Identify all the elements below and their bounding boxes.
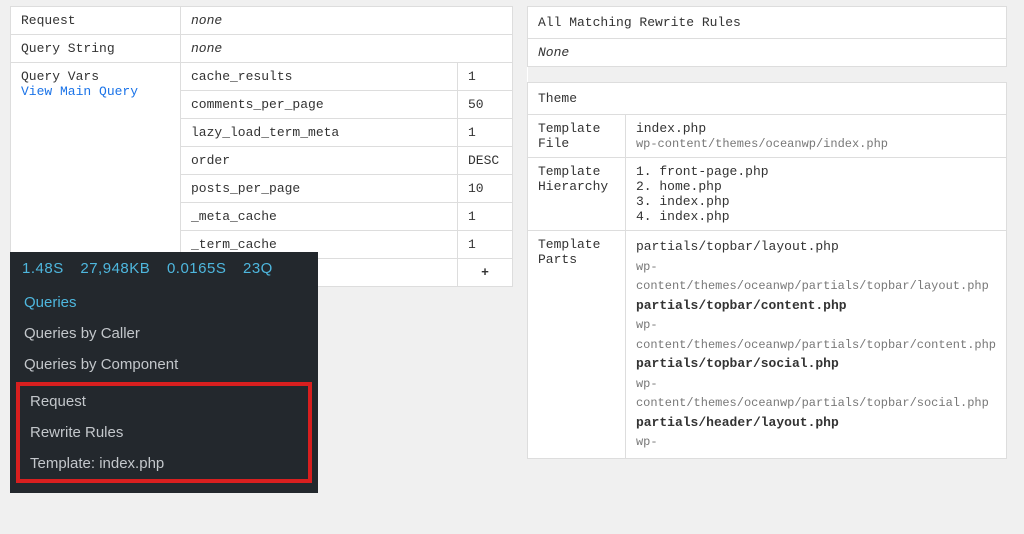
rewrite-table: All Matching Rewrite Rules None Theme Te…: [527, 6, 1007, 459]
qv-key-1: comments_per_page: [181, 91, 458, 119]
stat-time: 1.48S: [22, 260, 64, 277]
menu-queries-by-caller[interactable]: Queries by Caller: [10, 318, 318, 349]
rewrite-value: None: [528, 39, 1007, 67]
qv-key-3: order: [181, 147, 458, 175]
qv-val-2: 1: [458, 119, 513, 147]
qm-admin-bar: 1.48S 27,948KB 0.0165S 23Q Queries Queri…: [10, 252, 318, 493]
qv-val-1: 50: [458, 91, 513, 119]
template-parts-label: TemplateParts: [528, 231, 626, 459]
qv-key-0: cache_results: [181, 63, 458, 91]
template-parts-value: partials/topbar/layout.php wp-content/th…: [625, 231, 1006, 459]
stat-memory: 27,948KB: [80, 260, 150, 277]
menu-template[interactable]: Template: index.php: [20, 448, 308, 479]
template-file-label: TemplateFile: [528, 115, 626, 158]
qv-val-0: 1: [458, 63, 513, 91]
qv-val-6: 1: [458, 231, 513, 259]
highlighted-menu-group: Request Rewrite Rules Template: index.ph…: [16, 382, 312, 483]
qm-stats: 1.48S 27,948KB 0.0165S 23Q: [10, 252, 318, 287]
stat-queries: 23Q: [243, 260, 273, 277]
expand-button[interactable]: +: [458, 259, 513, 287]
rewrite-title: All Matching Rewrite Rules: [528, 7, 1007, 39]
row-request-value: none: [181, 7, 513, 35]
row-querystring-label: Query String: [11, 35, 181, 63]
stat-dbtime: 0.0165S: [167, 260, 226, 277]
view-main-query-link[interactable]: View Main Query: [21, 84, 138, 99]
qv-key-5: _meta_cache: [181, 203, 458, 231]
menu-queries-by-component[interactable]: Queries by Component: [10, 349, 318, 380]
request-table: Request none Query String none Query Var…: [10, 6, 513, 287]
menu-request[interactable]: Request: [20, 386, 308, 417]
template-file-value: index.php wp-content/themes/oceanwp/inde…: [625, 115, 1006, 158]
qm-left-panel: Request none Query String none Query Var…: [10, 6, 513, 287]
qm-right-panel: All Matching Rewrite Rules None Theme Te…: [527, 6, 1007, 459]
template-hierarchy-value: 1. front-page.php 2. home.php 3. index.p…: [625, 158, 1006, 231]
theme-title: Theme: [528, 83, 1007, 115]
qv-key-2: lazy_load_term_meta: [181, 119, 458, 147]
qv-val-4: 10: [458, 175, 513, 203]
qv-key-4: posts_per_page: [181, 175, 458, 203]
row-request-label: Request: [11, 7, 181, 35]
menu-queries[interactable]: Queries: [10, 287, 318, 318]
row-querystring-value: none: [181, 35, 513, 63]
qv-val-3: DESC: [458, 147, 513, 175]
qv-val-5: 1: [458, 203, 513, 231]
template-hierarchy-label: TemplateHierarchy: [528, 158, 626, 231]
menu-rewrite-rules[interactable]: Rewrite Rules: [20, 417, 308, 448]
